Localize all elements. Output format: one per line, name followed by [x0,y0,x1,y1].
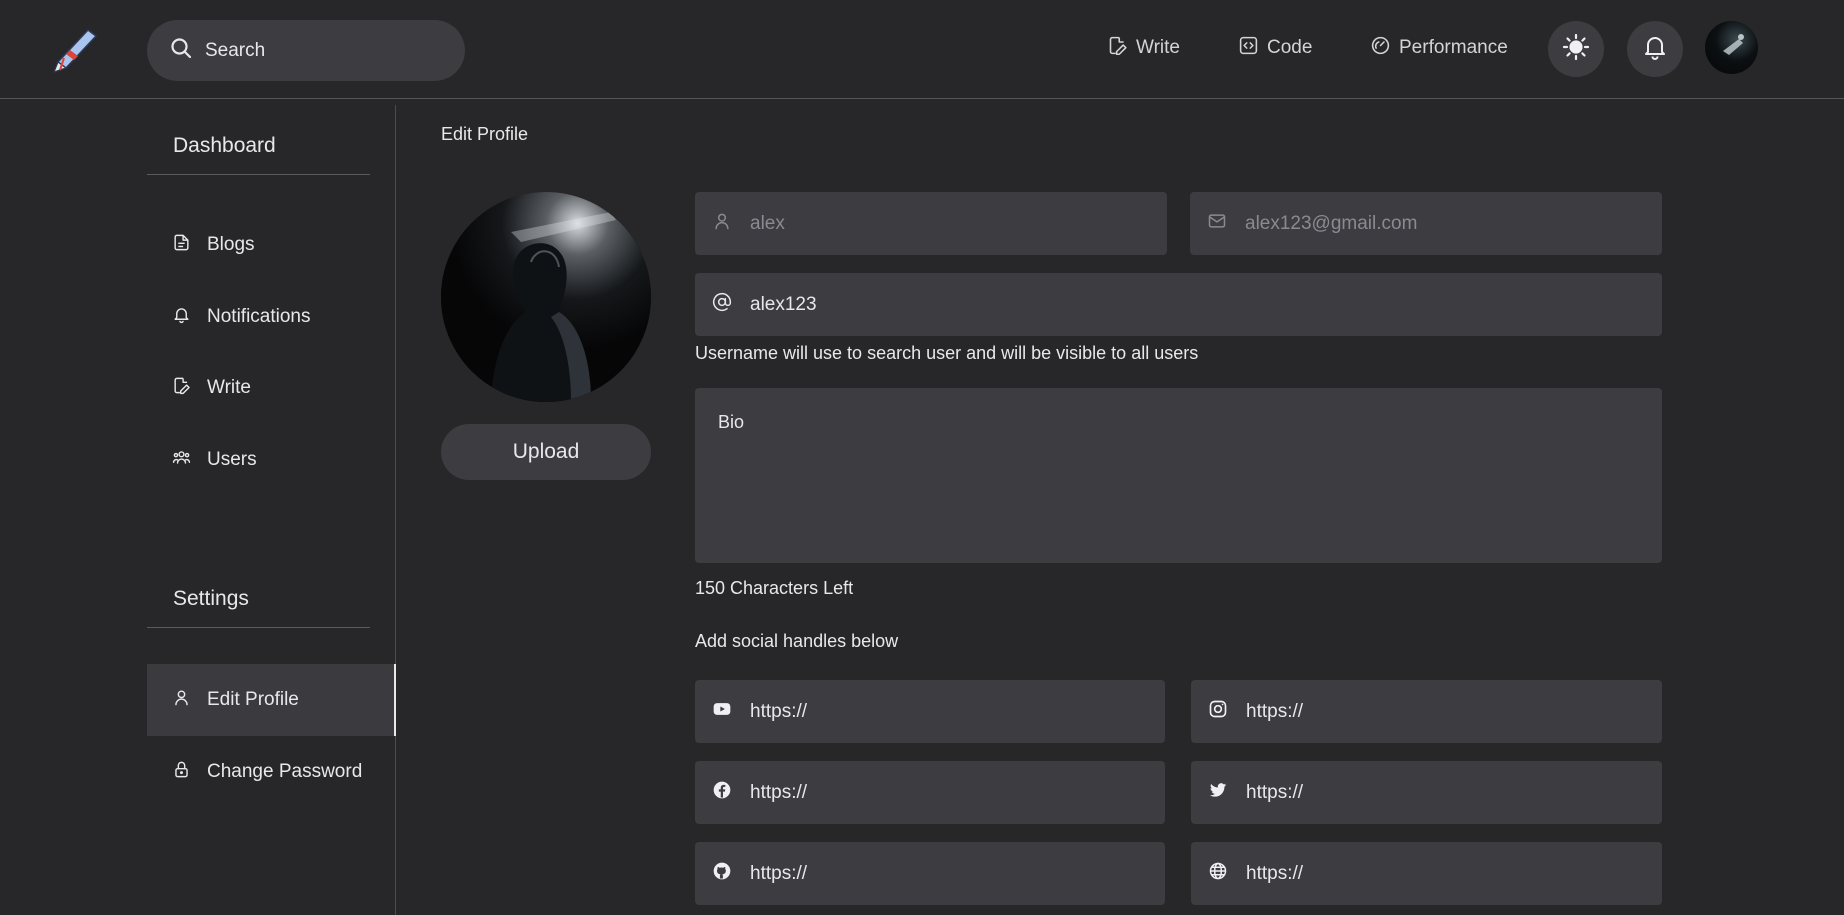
user-icon [712,211,732,236]
sidebar-item-label: Change Password [207,761,363,782]
github-icon [712,861,732,886]
globe-icon [1208,861,1228,886]
file-icon [172,233,191,258]
bell-icon [1641,33,1669,66]
gauge-icon [1370,35,1391,62]
characters-left-text: 150 Characters Left [695,578,854,598]
dashboard-heading: Dashboard [173,134,276,157]
profile-image [441,192,651,402]
youtube-input[interactable] [750,700,1165,723]
sidebar-item-notifications[interactable]: Notifications [147,281,396,353]
username-help-text: Username will use to search user and wil… [695,343,1199,363]
name-input[interactable] [750,212,1167,235]
instagram-icon [1208,699,1228,724]
email-field[interactable] [1190,192,1662,255]
facebook-field[interactable] [695,761,1165,824]
theme-toggle-button[interactable] [1548,21,1604,77]
sidebar-item-change-password[interactable]: Change Password [147,736,396,808]
search-bar[interactable] [147,20,465,81]
sidebar-item-edit-profile[interactable]: Edit Profile [147,664,396,736]
upload-button[interactable]: Upload [441,424,651,480]
sidebar-item-blogs[interactable]: Blogs [147,209,396,281]
notifications-button[interactable] [1627,21,1683,77]
nav-link-write[interactable]: Write [1107,34,1180,62]
nav-link-code[interactable]: Code [1238,34,1312,62]
instagram-field[interactable] [1191,680,1662,743]
github-field[interactable] [695,842,1165,905]
twitter-input[interactable] [1246,781,1662,804]
sidebar-item-label: Users [207,449,257,470]
sidebar: Dashboard Blogs Notifications Write User… [0,100,396,915]
search-input[interactable] [205,39,445,62]
lock-icon [172,760,191,785]
settings-heading: Settings [173,587,249,610]
user-icon [172,688,191,713]
youtube-icon [712,699,732,724]
nav-link-label: Write [1136,37,1180,58]
sidebar-item-label: Blogs [207,234,255,255]
sidebar-item-write[interactable]: Write [147,352,396,424]
instagram-input[interactable] [1246,700,1662,723]
dashboard-divider [147,174,370,175]
social-handles-heading: Add social handles below [695,631,899,651]
youtube-field[interactable] [695,680,1165,743]
users-icon [172,448,191,473]
bell-icon [172,305,191,330]
nav-link-performance[interactable]: Performance [1370,34,1508,62]
app-logo-icon[interactable] [50,28,98,74]
name-field[interactable] [695,192,1167,255]
mail-icon [1207,211,1227,236]
file-edit-icon [1107,35,1128,62]
sidebar-item-label: Edit Profile [207,689,299,710]
github-input[interactable] [750,862,1165,885]
file-edit-icon [172,376,191,401]
website-field[interactable] [1191,842,1662,905]
email-input[interactable] [1245,212,1662,235]
website-input[interactable] [1246,862,1662,885]
bio-textarea[interactable] [695,388,1662,563]
sidebar-item-users[interactable]: Users [147,424,396,496]
search-icon [169,36,193,65]
username-field[interactable] [695,273,1662,336]
page-title: Edit Profile [441,124,529,144]
username-input[interactable] [750,293,1662,316]
code-icon [1238,35,1259,62]
sidebar-item-label: Notifications [207,306,311,327]
settings-divider [147,627,370,628]
user-avatar[interactable] [1705,21,1758,74]
facebook-icon [712,780,732,805]
top-navbar: Write Code Performance [0,0,1844,99]
nav-link-label: Code [1267,37,1313,58]
sun-icon [1562,33,1590,66]
sidebar-item-label: Write [207,377,251,398]
twitter-icon [1208,780,1228,805]
twitter-field[interactable] [1191,761,1662,824]
nav-link-label: Performance [1399,37,1508,58]
at-sign-icon [712,292,732,317]
facebook-input[interactable] [750,781,1165,804]
